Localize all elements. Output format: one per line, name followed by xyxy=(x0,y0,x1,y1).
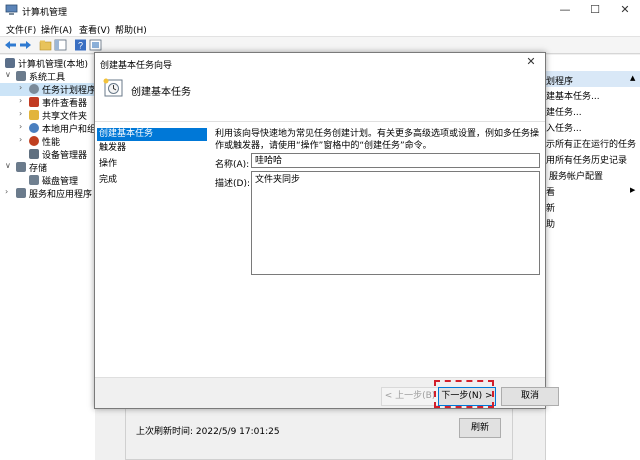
navigation-tree: 计算机管理(本地) ∨ 系统工具 › 任务计划程序 › 事件查看器 › 共享文件… xyxy=(0,55,97,460)
menu-bar: 文件(F) 操作(A) 查看(V) 帮助(H) xyxy=(0,20,640,37)
action-service-account-config[interactable]: 服务帐户配置 xyxy=(549,169,603,182)
step-trigger[interactable]: 触发器 xyxy=(97,142,207,155)
tree-label: 共享文件夹 xyxy=(42,112,88,122)
wizard-heading: 创建基本任务 xyxy=(131,87,191,98)
tree-label: 系统工具 xyxy=(29,73,66,83)
wizard-content: 利用该向导快速地为常见任务创建计划。有关更多高级选项或设置，例如多任务操作或触发… xyxy=(213,126,543,406)
step-action[interactable]: 操作 xyxy=(97,158,207,171)
up-folder-icon[interactable] xyxy=(39,39,52,51)
name-input[interactable]: 哇哈哈 xyxy=(251,153,540,168)
window-title: 计算机管理 xyxy=(22,8,68,18)
action-create-basic-task[interactable]: 建基本任务... xyxy=(546,89,600,102)
chevron-down-icon[interactable]: ∨ xyxy=(5,161,11,170)
tree-item-task-scheduler[interactable]: › 任务计划程序 xyxy=(0,83,97,96)
next-button-highlight xyxy=(434,380,494,408)
step-create-basic-task[interactable]: 创建基本任务 xyxy=(97,128,207,141)
name-label: 名称(A): xyxy=(215,160,250,170)
actions-pane: 划程序 ▲ 建基本任务... 建任务... 入任务... 示所有正在运行的任务 … xyxy=(545,55,640,460)
window-titlebar: 计算机管理 — ☐ ✕ xyxy=(0,0,640,20)
properties-icon[interactable] xyxy=(89,39,102,51)
device-manager-icon xyxy=(29,149,39,159)
dialog-title: 创建基本任务向导 xyxy=(100,61,173,71)
cancel-button[interactable]: 取消 xyxy=(501,387,559,406)
back-button[interactable]: < 上一步(B) xyxy=(381,387,439,406)
action-enable-task-history[interactable]: 用所有任务历史记录 xyxy=(546,153,627,166)
action-create-task[interactable]: 建任务... xyxy=(546,105,582,118)
tree-label: 磁盘管理 xyxy=(42,177,79,187)
chevron-right-icon[interactable]: › xyxy=(19,122,22,131)
collapse-up-icon[interactable]: ▲ xyxy=(630,74,635,82)
action-refresh[interactable]: 新 xyxy=(546,201,555,214)
computer-management-icon xyxy=(5,4,18,15)
event-viewer-icon xyxy=(29,97,39,107)
task-wizard-icon xyxy=(103,78,123,97)
action-view[interactable]: 看 xyxy=(546,185,555,198)
maximize-button[interactable]: ☐ xyxy=(580,0,610,20)
minimize-button[interactable]: — xyxy=(550,0,580,20)
users-icon xyxy=(29,123,39,133)
performance-icon xyxy=(29,136,39,146)
shared-folder-icon xyxy=(29,110,39,120)
help-icon[interactable]: ? xyxy=(74,39,87,51)
computer-icon xyxy=(5,58,15,68)
dialog-close-button[interactable]: ✕ xyxy=(521,55,541,70)
action-help[interactable]: 助 xyxy=(546,217,555,230)
tree-label: 本地用户和组 xyxy=(42,125,97,135)
action-import-task[interactable]: 入任务... xyxy=(546,121,582,134)
actions-header-label: 划程序 xyxy=(546,77,574,87)
status-panel: 上次刷新时间: 2022/5/9 17:01:25 xyxy=(125,405,513,460)
tree-label: 性能 xyxy=(42,138,61,148)
close-button[interactable]: ✕ xyxy=(610,0,640,20)
last-refresh-text: 上次刷新时间: 2022/5/9 17:01:25 xyxy=(136,427,280,437)
chevron-down-icon[interactable]: ∨ xyxy=(5,70,11,79)
description-input[interactable]: 文件夹同步 xyxy=(251,171,540,275)
tree-label: 任务计划程序 xyxy=(42,86,97,96)
storage-icon xyxy=(16,162,26,172)
action-display-running-tasks[interactable]: 示所有正在运行的任务 xyxy=(546,137,636,150)
chevron-right-icon[interactable]: › xyxy=(5,187,8,196)
actions-header[interactable]: 划程序 ▲ xyxy=(546,71,640,87)
forward-arrow-icon[interactable] xyxy=(19,39,32,51)
tree-label: 事件查看器 xyxy=(42,99,88,109)
refresh-button[interactable]: 刷新 xyxy=(459,418,501,438)
header-divider xyxy=(95,121,545,122)
chevron-right-icon[interactable]: › xyxy=(19,96,22,105)
step-finish[interactable]: 完成 xyxy=(97,174,207,187)
tools-icon xyxy=(16,71,26,81)
menu-help[interactable]: 帮助(H) xyxy=(115,23,147,36)
chevron-right-icon[interactable]: › xyxy=(19,135,22,144)
intro-text: 利用该向导快速地为常见任务创建计划。有关更多高级选项或设置，例如多任务操作或触发… xyxy=(215,129,540,151)
tree-label: 设备管理器 xyxy=(42,151,88,161)
tree-label: 服务和应用程序 xyxy=(29,190,93,200)
chevron-right-icon[interactable]: › xyxy=(19,83,22,92)
menu-file[interactable]: 文件(F) xyxy=(6,23,36,36)
tree-label: 计算机管理(本地) xyxy=(18,60,89,70)
back-arrow-icon[interactable] xyxy=(4,39,17,51)
tree-label: 存储 xyxy=(29,164,48,174)
wizard-steps: 创建基本任务 触发器 操作 完成 xyxy=(95,126,207,406)
menu-view[interactable]: 查看(V) xyxy=(79,23,110,36)
clock-icon xyxy=(29,84,39,94)
disk-icon xyxy=(29,175,39,185)
svg-text:?: ? xyxy=(78,41,83,51)
menu-action[interactable]: 操作(A) xyxy=(41,23,72,36)
show-hide-tree-icon[interactable] xyxy=(54,39,67,51)
submenu-arrow-icon: ▶ xyxy=(630,186,636,194)
chevron-right-icon[interactable]: › xyxy=(19,109,22,118)
services-icon xyxy=(16,188,26,198)
description-label: 描述(D): xyxy=(215,179,250,189)
create-basic-task-wizard: 创建基本任务向导 ✕ 创建基本任务 创建基本任务 触发器 操作 完成 利用该向导… xyxy=(94,52,559,409)
